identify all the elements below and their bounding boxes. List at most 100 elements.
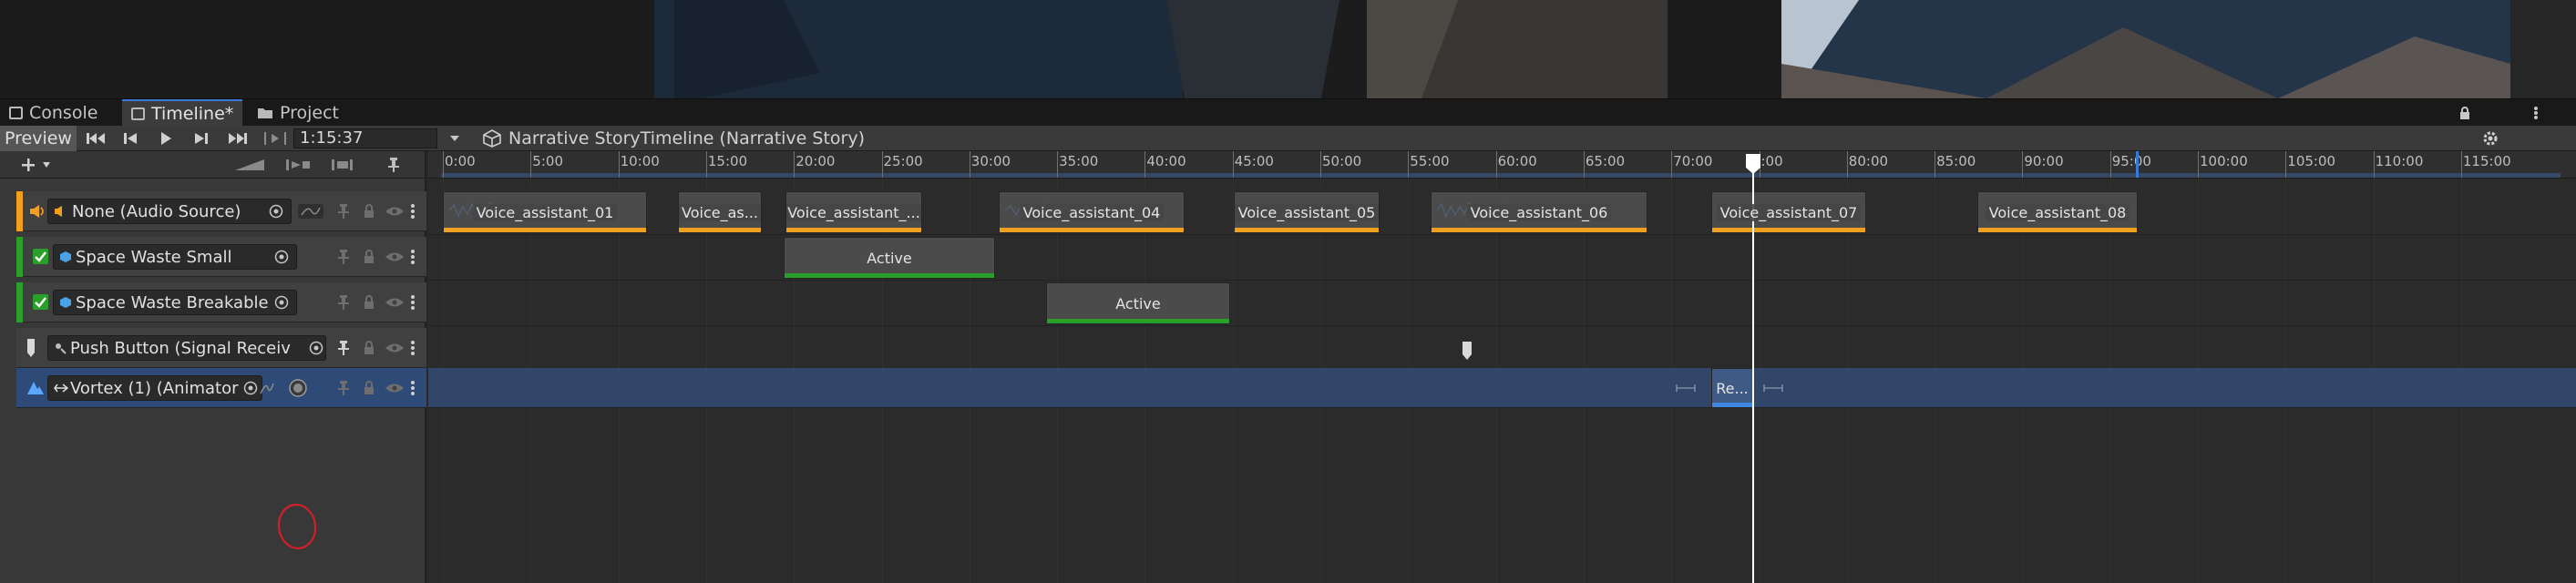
ruler-major-tick [705,151,707,178]
track-visibility-eye-icon[interactable] [385,205,405,218]
next-frame-button[interactable] [186,128,217,149]
clip-color-bar [1432,228,1647,232]
more-options-icon[interactable] [2533,106,2539,120]
track-header-activation-small[interactable]: Space Waste Small [16,237,426,277]
ruler-major-tick [2198,151,2199,178]
track-pin-icon[interactable] [337,294,350,311]
track-binding-field[interactable]: None (Audio Source) [47,199,292,224]
pin-icon[interactable] [386,157,401,173]
object-picker-icon[interactable] [243,381,258,395]
track-binding-field[interactable]: Push Button (Signal Receiv [47,335,326,361]
track-pin-icon[interactable] [337,203,350,220]
track-pin-icon[interactable] [337,340,350,356]
timeline-end-marker[interactable] [2136,151,2139,178]
object-picker-icon[interactable] [269,204,283,219]
lock-icon[interactable] [2458,107,2471,119]
settings-gear-icon[interactable] [2482,130,2499,147]
object-picker-icon[interactable] [274,295,289,310]
play-button[interactable] [150,128,181,149]
time-ruler[interactable]: 0:00 5:00 10:00 15:00 20:00 25:00 30:00 35:00 40… [428,151,2576,179]
current-time-field[interactable]: 1:15:37 [293,128,437,148]
track-options-icon[interactable] [410,380,416,396]
track-name: None (Audio Source) [72,201,241,221]
activation-clip[interactable]: Active [784,237,995,279]
track-binding-field[interactable]: Space Waste Small [53,244,297,270]
ruler-major-tick [1495,151,1497,178]
audio-clip[interactable]: Voice_assistant_05 [1234,191,1380,233]
track-visibility-eye-icon[interactable] [385,251,405,263]
clip-label: Voice_assistant_07 [1716,203,1862,221]
track-lock-icon[interactable] [363,341,375,355]
track-pin-icon[interactable] [337,249,350,265]
tab-timeline[interactable]: Timeline* [122,99,243,127]
track-binding-field[interactable]: Vortex (1) (Animator [47,375,262,401]
breadcrumb[interactable]: Narrative StoryTimeline (Narrative Story… [483,126,865,151]
clip-color-bar [1712,228,1865,232]
track-header-activation-breakable[interactable]: Space Waste Breakable [16,282,426,322]
track-lock-icon[interactable] [363,295,375,310]
curves-icon[interactable] [259,380,275,396]
audio-clip[interactable]: Voice_as... [678,191,762,233]
track-visibility-eye-icon[interactable] [385,382,405,394]
clip-color-bar [1712,403,1752,407]
track-header-audio[interactable]: None (Audio Source) [16,191,426,231]
time-format-dropdown-icon[interactable] [449,135,460,142]
track-visibility-eye-icon[interactable] [385,296,405,309]
previous-frame-button[interactable] [115,128,146,149]
track-visibility-eye-icon[interactable] [385,342,405,354]
track-lock-icon[interactable] [363,204,375,219]
track-header-animation[interactable]: Vortex (1) (Animator [16,368,426,408]
audio-clip[interactable]: Voice_assistant_07 [1711,191,1866,233]
prefab-cube-blue-icon [60,297,71,308]
ruler-major-tick [530,151,532,178]
clip-color-bar [785,273,994,278]
audio-clip[interactable]: Voice_assistant_... [785,191,922,233]
ruler-major-tick [1846,151,1848,178]
add-track-button[interactable] [20,154,67,176]
signal-marker-icon[interactable] [1462,341,1473,361]
activation-clip[interactable]: Active [1046,282,1230,324]
play-range-button[interactable] [260,128,291,149]
lane-signal [428,328,2576,372]
animation-clip[interactable]: Re... [1711,368,1753,408]
object-picker-icon[interactable] [309,341,323,355]
collapse-tracks-icon[interactable] [233,159,266,171]
clip-color-bar [1000,228,1184,232]
track-options-icon[interactable] [410,294,416,311]
track-lock-icon[interactable] [363,250,375,264]
track-options-icon[interactable] [410,203,416,220]
curves-icon[interactable] [297,203,324,220]
audio-clip[interactable]: Voice_assistant_06 [1431,191,1647,233]
tab-label: Project [280,103,340,123]
record-button-icon[interactable] [288,378,308,398]
lane-animation: Re... [428,368,2576,408]
preview-button[interactable]: Preview [0,126,77,151]
track-active-checkbox[interactable] [33,249,48,264]
track-binding-field[interactable]: Space Waste Breakable [53,290,297,315]
snap-mode-icon[interactable] [330,158,357,172]
tab-project[interactable]: Project [248,99,348,127]
ruler-major-tick [1583,151,1585,178]
goto-start-button[interactable] [80,128,111,149]
audio-clip[interactable]: Voice_assistant_08 [1977,191,2138,233]
track-lock-icon[interactable] [363,381,375,395]
track-header-signal[interactable]: Push Button (Signal Receiv [16,328,426,368]
ruler-tick-label: 110:00 [2375,153,2424,169]
ruler-tick-label: 55:00 [1410,153,1450,169]
goto-end-button[interactable] [222,128,253,149]
scene-view [0,0,2576,98]
ruler-tick-label: 35:00 [1059,153,1099,169]
audio-clip[interactable]: Voice_assistant_04 [999,191,1185,233]
ruler-major-tick [1408,151,1410,178]
tab-console[interactable]: Console [0,99,107,127]
track-active-checkbox[interactable] [33,294,48,310]
track-options-icon[interactable] [410,249,416,265]
playhead-handle-icon[interactable] [1745,153,1761,175]
ripple-mode-icon[interactable] [284,158,312,172]
clip-label: Voice_assistant_06 [1466,203,1612,221]
track-header-panel: None (Audio Source) Space Waste Small Sp… [0,151,426,583]
audio-clip[interactable]: Voice_assistant_01 [443,191,647,233]
object-picker-icon[interactable] [274,250,289,264]
track-options-icon[interactable] [410,340,416,356]
track-pin-icon[interactable] [337,380,350,396]
